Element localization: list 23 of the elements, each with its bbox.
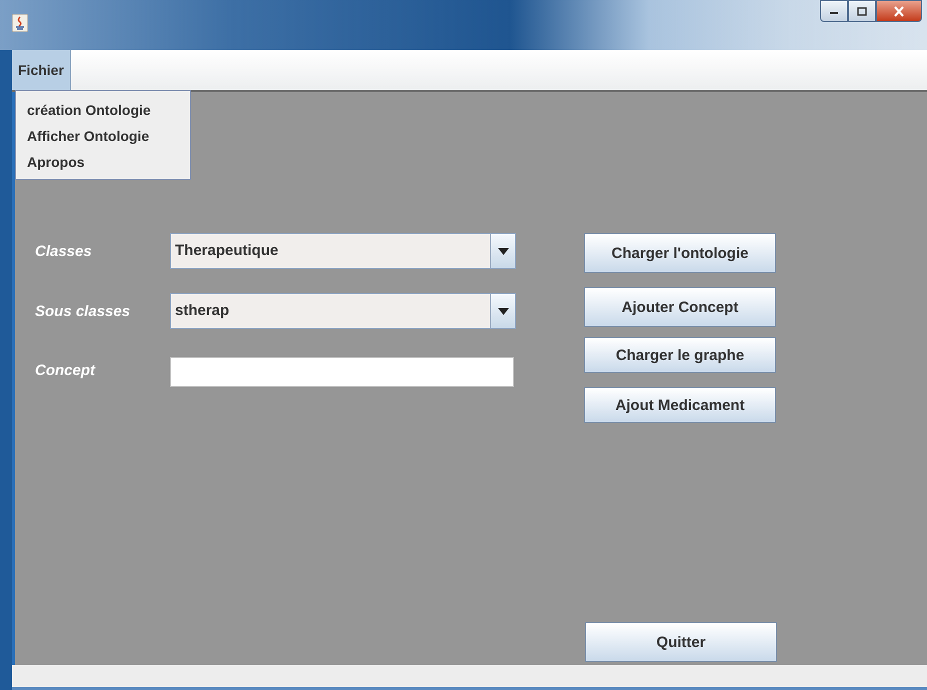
menu-item[interactable]: Fichier [12,50,71,90]
dropdown-arrow-icon [498,248,508,254]
dropdown-arrow-icon [498,308,508,314]
close-icon [893,6,905,16]
input-field[interactable] [170,357,514,387]
quit-button[interactable]: Quitter [585,622,777,662]
maximize-icon [857,6,867,16]
action-button[interactable]: Ajout Medicament [584,387,776,423]
maximize-button[interactable] [848,0,876,22]
combo-box[interactable]: Therapeutique [170,233,516,269]
close-button[interactable] [876,0,922,22]
field-label: Sous classes [35,302,132,320]
menu-entry[interactable]: création Ontologie [16,97,190,123]
action-button[interactable]: Charger le graphe [584,337,776,373]
field-label: Classes [35,242,93,260]
minimize-button[interactable] [820,0,848,22]
combo-box[interactable]: stherap [170,293,516,329]
menu-entry[interactable]: Afficher Ontologie [16,123,190,149]
action-button[interactable]: Ajouter Concept [584,287,776,327]
action-button[interactable]: Charger l'ontologie [584,233,776,273]
field-label: Concept [35,362,96,378]
cup-icon [12,14,28,32]
menu-entry[interactable]: Apropos [16,149,190,175]
